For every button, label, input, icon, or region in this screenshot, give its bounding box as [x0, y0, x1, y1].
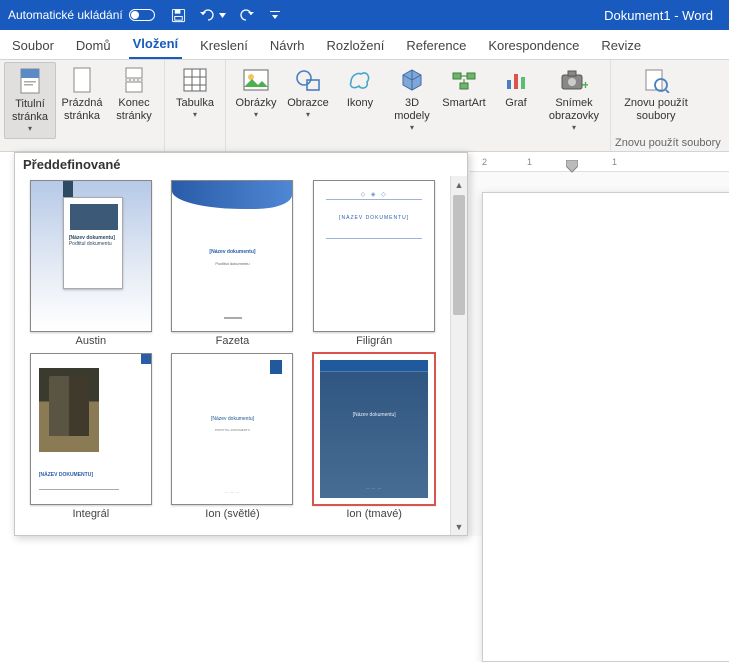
chart-icon	[502, 66, 530, 94]
page-break-icon	[120, 66, 148, 94]
cover-page-icon	[16, 67, 44, 95]
screenshot-label: Snímek obrazovky	[544, 97, 604, 123]
table-icon	[181, 66, 209, 94]
chevron-down-icon: ▾	[572, 123, 576, 133]
chart-button[interactable]: Graf	[490, 62, 542, 114]
shapes-button[interactable]: Obrazce ▾	[282, 62, 334, 124]
ribbon: Titulní stránka ▾ Prázdná stránka Konec …	[0, 60, 729, 152]
gallery-item-fazeta[interactable]: [Název dokumentu]Podtitul dokumentu Faze…	[163, 180, 303, 347]
chevron-down-icon: ▾	[193, 110, 197, 120]
chevron-down-icon: ▾	[28, 124, 32, 134]
pictures-button[interactable]: Obrázky ▾	[230, 62, 282, 124]
tab-draw[interactable]: Kreslení	[196, 32, 252, 59]
gallery-item-ion-dark[interactable]: [Název dokumentu]— — — Ion (tmavé)	[304, 353, 444, 520]
blank-page-label: Prázdná stránka	[58, 97, 106, 123]
ruler-tick: 1	[527, 157, 532, 167]
smartart-label: SmartArt	[442, 97, 485, 110]
chevron-down-icon: ▾	[254, 110, 258, 120]
pictures-label: Obrázky	[236, 97, 277, 110]
icons-icon	[346, 66, 374, 94]
document-title: Dokument1 - Word	[604, 8, 713, 23]
autosave-label: Automatické ukládání	[8, 8, 123, 22]
scroll-up-icon[interactable]: ▲	[451, 176, 467, 193]
page-break-label: Konec stránky	[110, 97, 158, 123]
smartart-icon	[450, 66, 478, 94]
blank-page-button[interactable]: Prázdná stránka	[56, 62, 108, 127]
horizontal-ruler[interactable]: 2 1 1	[470, 152, 729, 172]
document-area: 2 1 1	[470, 152, 729, 536]
table-button[interactable]: Tabulka ▾	[169, 62, 221, 124]
reuse-files-button[interactable]: Znovu použít soubory	[615, 62, 697, 127]
group-reuse: Znovu použít soubory Znovu použít soubor…	[611, 60, 725, 151]
tab-layout[interactable]: Rozložení	[323, 32, 389, 59]
thumb-label: Filigrán	[356, 335, 392, 347]
gallery-header: Předdefinované	[15, 153, 467, 176]
cover-page-button[interactable]: Titulní stránka ▾	[4, 62, 56, 139]
cover-page-label: Titulní stránka	[7, 98, 53, 124]
svg-text:+: +	[582, 78, 588, 91]
group-reuse-label: Znovu použít soubory	[615, 135, 721, 151]
undo-icon[interactable]	[199, 7, 215, 23]
shapes-icon	[294, 66, 322, 94]
thumb-label: Integrál	[72, 508, 109, 520]
chart-label: Graf	[505, 97, 526, 110]
smartart-button[interactable]: SmartArt	[438, 62, 490, 114]
page-break-button[interactable]: Konec stránky	[108, 62, 160, 127]
gallery-grid: [Název dokumentu]Podtitul dokumentu Aust…	[15, 176, 450, 535]
qat-overflow-icon[interactable]	[267, 7, 283, 23]
icons-button[interactable]: Ikony	[334, 62, 386, 114]
tab-references[interactable]: Reference	[402, 32, 470, 59]
quick-access-toolbar	[171, 7, 283, 23]
reuse-files-label: Znovu použít soubory	[617, 97, 695, 123]
group-pages: Titulní stránka ▾ Prázdná stránka Konec …	[0, 60, 165, 151]
thumb-label: Ion (tmavé)	[346, 508, 402, 520]
group-illustrations: Obrázky ▾ Obrazce ▾ Ikony 3D mo	[226, 60, 611, 151]
tab-insert[interactable]: Vložení	[129, 30, 183, 59]
chevron-down-icon: ▾	[306, 110, 310, 120]
table-label: Tabulka	[176, 97, 214, 110]
thumb-label: Ion (světlé)	[205, 508, 259, 520]
ruler-tick: 2	[482, 157, 487, 167]
blank-page-icon	[68, 66, 96, 94]
gallery-item-filigran[interactable]: ◇ ◈ ◇[NÁZEV DOKUMENTU] Filigrán	[304, 180, 444, 347]
ruler-tick: 1	[612, 157, 617, 167]
3d-models-icon	[398, 66, 426, 94]
redo-icon[interactable]	[239, 7, 255, 23]
autosave-toggle[interactable]: Automatické ukládání	[8, 8, 155, 22]
ribbon-tabs: Soubor Domů Vložení Kreslení Návrh Rozlo…	[0, 30, 729, 60]
3d-models-label: 3D modely	[388, 97, 436, 123]
toggle-off-icon	[129, 9, 155, 21]
gallery-item-integral[interactable]: [NÁZEV DOKUMENTU] Integrál	[21, 353, 161, 520]
tab-file[interactable]: Soubor	[8, 32, 58, 59]
cover-page-gallery: Předdefinované [Název dokumentu]Podtitul…	[14, 152, 468, 536]
tab-mailings[interactable]: Korespondence	[484, 32, 583, 59]
tab-home[interactable]: Domů	[72, 32, 115, 59]
pictures-icon	[242, 66, 270, 94]
thumb-label: Fazeta	[216, 335, 250, 347]
reuse-files-icon	[642, 66, 670, 94]
gallery-item-austin[interactable]: [Název dokumentu]Podtitul dokumentu Aust…	[21, 180, 161, 347]
gallery-item-ion-light[interactable]: [Název dokumentu]PODTITUL DOKUMENTU— — —…	[163, 353, 303, 520]
scroll-down-icon[interactable]: ▼	[451, 518, 467, 535]
tab-design[interactable]: Návrh	[266, 32, 309, 59]
title-bar: Automatické ukládání Dokument1 - Word	[0, 0, 729, 30]
chevron-down-icon: ▾	[410, 123, 414, 133]
undo-caret-icon[interactable]	[219, 7, 227, 23]
tab-review[interactable]: Revize	[597, 32, 645, 59]
shapes-label: Obrazce	[287, 97, 329, 110]
save-icon[interactable]	[171, 7, 187, 23]
icons-label: Ikony	[347, 97, 373, 110]
thumb-label: Austin	[76, 335, 107, 347]
document-page[interactable]	[482, 192, 729, 662]
screenshot-icon: +	[560, 66, 588, 94]
3d-models-button[interactable]: 3D modely ▾	[386, 62, 438, 137]
group-tables: Tabulka ▾	[165, 60, 226, 151]
scrollbar-thumb[interactable]	[453, 195, 465, 315]
gallery-scrollbar[interactable]: ▲ ▼	[450, 176, 467, 535]
screenshot-button[interactable]: + Snímek obrazovky ▾	[542, 62, 606, 137]
